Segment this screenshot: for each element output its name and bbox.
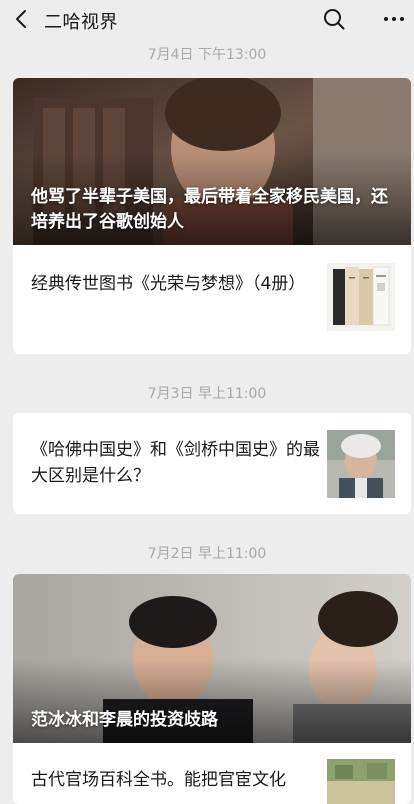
article-cover[interactable]: 他骂了半辈子美国，最后带着全家移民美国，还培养出了谷歌创始人 [13,78,411,245]
back-arrow-icon[interactable] [12,9,32,29]
top-bar: 二哈视界 [0,0,414,38]
list-item-title: 《哈佛中国史》和《剑桥中国史》的最大区别是什么？ [31,440,320,486]
message-date: 7月2日 早上11:00 [147,546,267,562]
list-item-thumbnail [327,263,395,331]
article-card: 《哈佛中国史》和《剑桥中国史》的最大区别是什么？ [13,413,411,514]
list-item[interactable]: 《哈佛中国史》和《剑桥中国史》的最大区别是什么？ [13,413,411,514]
article-cover[interactable]: 范冰冰和李晨的投资歧路 [13,574,411,743]
list-item-title: 经典传世图书《光荣与梦想》（4册） [31,274,306,294]
article-card: 他骂了半辈子美国，最后带着全家移民美国，还培养出了谷歌创始人 经典传世图书《光荣… [13,78,411,354]
cover-title: 范冰冰和李晨的投资歧路 [31,710,218,730]
message-date: 7月3日 早上11:00 [147,386,267,402]
list-item[interactable]: 经典传世图书《光荣与梦想》（4册） [13,245,411,354]
cover-title: 他骂了半辈子美国，最后带着全家移民美国，还培养出了谷歌创始人 [31,187,388,232]
search-icon[interactable] [322,7,346,31]
list-item-thumbnail [327,430,395,498]
more-icon[interactable] [380,8,408,30]
message-date: 7月4日 下午13:00 [147,47,267,63]
list-item-thumbnail [327,759,395,804]
list-item[interactable]: 古代官场百科全书。能把官宦文化 [13,743,411,804]
page-title: 二哈视界 [44,12,118,33]
list-item-title: 古代官场百科全书。能把官宦文化 [31,770,286,790]
article-card: 范冰冰和李晨的投资歧路 古代官场百科全书。能把官宦文化 [13,574,411,804]
